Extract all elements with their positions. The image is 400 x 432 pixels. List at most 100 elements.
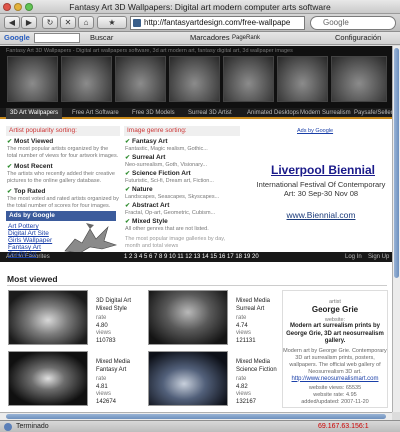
address-bar[interactable]: http://fantasyartdesign.com/free-wallpap…	[130, 16, 305, 30]
forward-arrow-icon: ▶	[25, 18, 33, 27]
search-box[interactable]: Google	[310, 16, 396, 30]
browser-window: Fantasy Art 3D Wallpapers: Digital art m…	[0, 0, 400, 432]
horizontal-scroll-thumb[interactable]	[6, 414, 386, 419]
ads-by-google-link[interactable]: Ads by Google	[297, 128, 333, 134]
sort-most-recent-desc: The artists who recently added their cre…	[7, 171, 115, 184]
forward-button[interactable]: ▶	[21, 16, 37, 29]
genre-mixed-style[interactable]: ✔ Mixed Style	[125, 218, 168, 225]
header-thumb[interactable]	[223, 56, 274, 102]
check-icon: ✔	[7, 189, 13, 195]
genre-nature-desc: Landscapes, Seascapes, Skyscapes...	[125, 194, 220, 200]
artwork-info: Mixed Media Science Fiction rate 4.82 vi…	[236, 359, 277, 405]
genre-science-fiction-art[interactable]: ✔ Science Fiction Art	[125, 170, 191, 177]
google-logo: Google	[4, 33, 30, 42]
pagination-bar: Add to Favorites 1 2 3 4 5 6 7 8 9 10 11…	[0, 252, 392, 262]
genre-fantasy-art[interactable]: ✔ Fantasy Art	[125, 138, 168, 145]
header-thumb[interactable]	[169, 56, 220, 102]
header-image-strip: Fantasy Art 3D Wallpapers - Digital art …	[0, 46, 392, 108]
artist-website-link[interactable]: http://www.neosurrealismart.com	[283, 376, 387, 382]
header-thumb[interactable]	[61, 56, 112, 102]
tab-modern-surrealism[interactable]: Modern Surrealism	[296, 108, 355, 119]
header-thumb[interactable]	[7, 56, 58, 102]
genre-abstract-art[interactable]: ✔ Abstract Art	[125, 202, 169, 209]
signup-link[interactable]: Sign Up	[368, 252, 389, 262]
ad-link[interactable]: Art Pottery	[8, 223, 39, 230]
divider	[7, 285, 387, 286]
genre-surreal-art[interactable]: ✔ Surreal Art	[125, 154, 165, 161]
genre-fantasy-art-desc: Fantastic, Magic realism, Gothic...	[125, 146, 208, 152]
back-button[interactable]: ◀	[4, 16, 20, 29]
web-page: Fantasy Art 3D Wallpapers - Digital art …	[0, 46, 392, 412]
header-thumb[interactable]	[277, 56, 328, 102]
website-rate: website rate: 4.95	[313, 391, 357, 398]
ad-link[interactable]: Fantasy Art	[8, 244, 41, 251]
title-bar: Fantasy Art 3D Wallpapers: Digital art m…	[0, 0, 400, 14]
tab-3d-art-wallpapers[interactable]: 3D Art Wallpapers	[6, 108, 63, 119]
genre-nature[interactable]: ✔ Nature	[125, 186, 153, 193]
genre-mixed-style-desc: All other genres that are not listed.	[125, 226, 209, 232]
sort-top-rated-desc: The most voted and rated artists organiz…	[7, 196, 119, 209]
bookmark-toolbar-button[interactable]: ★	[97, 16, 127, 29]
horizontal-scrollbar[interactable]	[0, 412, 392, 420]
search-placeholder: Google	[323, 18, 349, 27]
tab-animated-desktops[interactable]: Animated Desktops	[243, 108, 303, 119]
bookmarks-menu[interactable]: Marcadores	[190, 32, 230, 44]
settings-menu[interactable]: Configuración	[335, 32, 381, 44]
home-button[interactable]: ⌂	[78, 16, 94, 29]
artwork-thumbnail[interactable]	[8, 351, 88, 406]
home-icon: ⌂	[83, 18, 89, 27]
close-window-button[interactable]	[3, 3, 11, 11]
vertical-scroll-thumb[interactable]	[394, 48, 399, 278]
artist-headline: Modern art surrealism prints by George G…	[286, 323, 384, 344]
tab-surreal-3d-artist[interactable]: Surreal 3D Artist	[184, 108, 236, 119]
ad-link[interactable]: Digital Art Site	[8, 230, 49, 237]
liverpool-ad-description: International Festival Of Contemporary A…	[256, 180, 386, 198]
sort-most-viewed-desc: The most popular artists organized by th…	[7, 146, 119, 159]
page-numbers[interactable]: 1 2 3 4 5 6 7 8 9 10 11 12 13 14 15 16 1…	[124, 252, 259, 262]
tab-free-3d-models[interactable]: Free 3D Models	[128, 108, 179, 119]
check-icon: ✔	[7, 164, 13, 170]
google-toolbar: Google Buscar Marcadores PageRank Config…	[0, 32, 400, 45]
stop-button[interactable]: ✕	[60, 16, 76, 29]
bookmark-icon: ★	[108, 18, 116, 27]
artwork-info: Mixed Media Surreal Art rate 4.74 views …	[236, 298, 271, 344]
tab-free-art-software[interactable]: Free Art Software	[68, 108, 123, 119]
sort-most-viewed[interactable]: ✔ Most Viewed	[7, 138, 53, 145]
status-text: Terminado	[16, 423, 49, 430]
ad-link[interactable]: Graffiti Art	[8, 251, 37, 258]
vertical-scrollbar[interactable]	[392, 46, 400, 412]
header-thumb[interactable]	[331, 56, 387, 102]
artwork-thumbnail[interactable]	[148, 290, 228, 345]
header-tagline: Fantasy Art 3D Wallpapers - Digital art …	[6, 48, 293, 54]
website-views: website views: 65535	[308, 384, 362, 391]
artwork-thumbnail[interactable]	[148, 351, 228, 406]
artist-info-panel: artist George Grie website: Modern art s…	[282, 290, 388, 408]
liverpool-ad-title[interactable]: Liverpool Biennial	[255, 163, 391, 177]
zoom-window-button[interactable]	[25, 3, 33, 11]
artwork-thumbnail[interactable]	[8, 290, 88, 345]
pagerank-indicator: PageRank	[232, 35, 261, 41]
check-icon: ✔	[125, 219, 131, 225]
check-icon: ✔	[125, 203, 131, 209]
sort-top-rated[interactable]: ✔ Top Rated	[7, 188, 45, 195]
ad-link[interactable]: Girls Wallpaper	[8, 237, 52, 244]
google-toolbar-search-input[interactable]	[34, 33, 80, 43]
header-thumb[interactable]	[115, 56, 166, 102]
artwork-info: 3D Digital Art Mixed Style rate 4.80 vie…	[96, 298, 132, 344]
tab-paysafe-sellery[interactable]: Paysafe/Sellery	[350, 108, 392, 119]
window-title: Fantasy Art 3D Wallpapers: Digital art m…	[69, 2, 331, 12]
check-icon: ✔	[125, 139, 131, 145]
check-icon: ✔	[125, 155, 131, 161]
site-favicon-icon	[133, 19, 141, 27]
reload-button[interactable]: ↻	[42, 16, 58, 29]
login-link[interactable]: Log In	[345, 252, 362, 262]
artist-name[interactable]: George Grie	[283, 305, 387, 314]
genre-sorting-header: Image genre sorting:	[124, 126, 240, 136]
minimize-window-button[interactable]	[14, 3, 22, 11]
check-icon: ✔	[7, 139, 13, 145]
back-arrow-icon: ◀	[8, 18, 16, 27]
sort-most-recent[interactable]: ✔ Most Recent	[7, 163, 53, 170]
google-search-button[interactable]: Buscar	[90, 32, 113, 44]
genre-abstract-art-desc: Fractal, Op-art, Geometric, Cubism...	[125, 210, 216, 216]
liverpool-ad-url[interactable]: www.Biennial.com	[250, 210, 392, 220]
